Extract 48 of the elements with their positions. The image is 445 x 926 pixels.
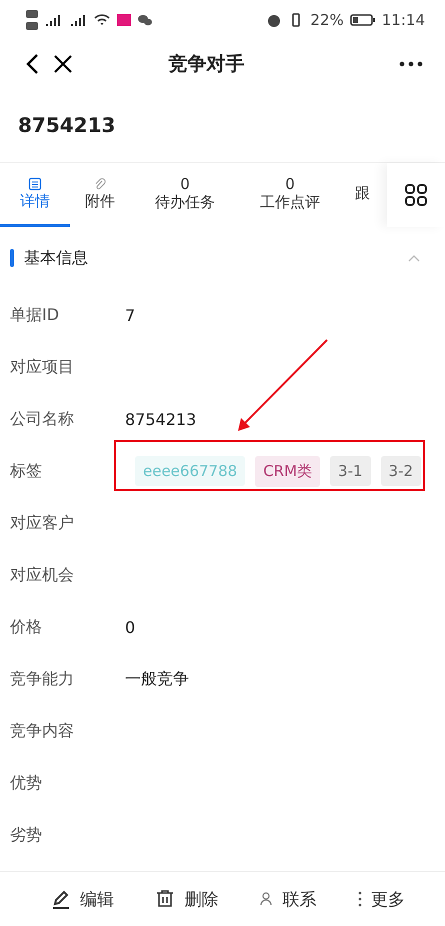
field-value: 8754213 <box>125 410 196 428</box>
field-label: 公司名称 <box>10 408 75 430</box>
app-icon <box>116 13 132 27</box>
list-icon <box>28 176 42 190</box>
section-marker <box>10 249 14 267</box>
chevron-icon <box>407 253 421 263</box>
tag: 3-1 <box>330 456 371 486</box>
more-icon <box>399 61 423 67</box>
battery-icon <box>350 13 376 27</box>
tag: 3-2 <box>380 456 422 486</box>
field-label: 单据ID <box>10 304 60 326</box>
field-label: 优势 <box>10 772 43 794</box>
action-button[interactable]: 更多 <box>350 886 411 912</box>
paperclip-icon <box>93 176 107 190</box>
grid-icon <box>404 183 428 207</box>
tab[interactable]: 0 工作点评 <box>240 163 340 227</box>
field-label: 对应机会 <box>10 564 75 586</box>
tab[interactable]: 0 待办任务 <box>130 163 240 227</box>
field-label: 标签 <box>10 460 43 482</box>
action-button[interactable]: 联系 <box>252 886 323 912</box>
field-value: 7 <box>125 306 136 324</box>
section-title: 基本信息 <box>24 248 88 268</box>
field-label: 价格 <box>10 616 43 638</box>
field-label: 劣势 <box>10 824 43 846</box>
field-label: 竞争能力 <box>10 668 75 690</box>
record-name: 8754213 <box>18 113 116 137</box>
clock: 11:14 <box>382 11 425 29</box>
signal-icon <box>43 13 63 27</box>
more-icon <box>356 890 363 908</box>
tab[interactable]: 详情 <box>0 163 70 227</box>
close-icon <box>52 53 74 75</box>
field-label: 竞争内容 <box>10 720 75 742</box>
battery-percent: 22% <box>310 11 344 29</box>
field-value: 一般竞争 <box>125 668 189 690</box>
tab[interactable]: 附件 <box>70 163 130 227</box>
chat-icon <box>137 13 153 27</box>
wifi-icon <box>93 13 111 27</box>
field-label: 对应项目 <box>10 356 75 378</box>
field-value: 0 <box>125 618 136 636</box>
tag: CRM类 <box>255 456 320 486</box>
grid-button[interactable] <box>387 163 445 227</box>
tag: eeee667788 <box>135 456 246 486</box>
field-label: 对应客户 <box>10 512 75 534</box>
page-title: 竞争对手 <box>168 52 246 77</box>
action-button[interactable]: 编辑 <box>44 886 120 912</box>
action-button[interactable]: 删除 <box>148 886 224 912</box>
tab[interactable]: 跟 <box>340 163 385 227</box>
signal-icon <box>68 13 88 27</box>
